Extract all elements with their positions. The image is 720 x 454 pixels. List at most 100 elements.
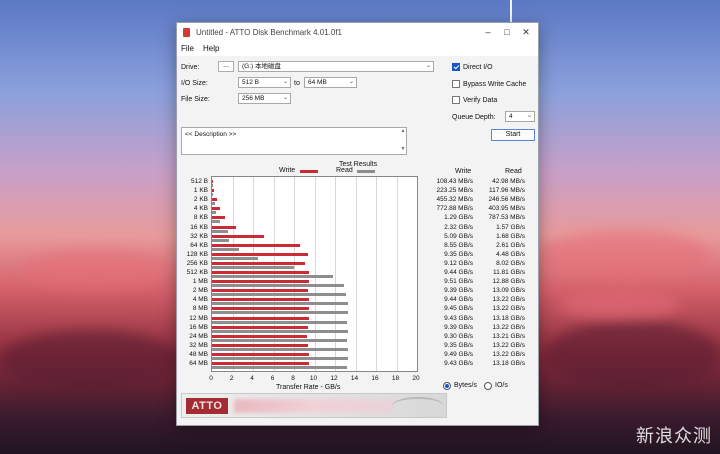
chevron-down-icon: ⌄ [348,79,354,85]
x-tick-label: 16 [371,375,379,382]
write-value: 9.12 GB/s [444,259,473,267]
browse-button[interactable]: ... [218,61,234,72]
read-value: 8.02 GB/s [496,259,525,267]
read-value: 13.22 GB/s [492,341,525,349]
write-value: 8.55 GB/s [444,241,473,249]
read-value: 13.09 GB/s [492,287,525,295]
x-tick-label: 10 [309,375,318,382]
write-value: 455.32 MB/s [436,196,474,204]
write-column-header: Write [455,168,472,175]
chevron-down-icon: ⌄ [282,79,288,85]
app-icon [183,28,190,37]
gridline [273,177,275,371]
io-per-sec-label: IO/s [495,382,508,389]
write-value: 9.30 GB/s [444,332,473,340]
watermark: 新浪众测 [636,426,712,447]
read-bar [212,347,348,351]
write-bar [212,234,265,238]
menu-file[interactable]: File [181,44,194,53]
read-value: 117.96 MB/s [488,187,525,195]
io-size-label: 16 MB [189,323,208,331]
file-size-select[interactable]: 256 MB ⌄ [238,93,291,104]
results-panel: Test Results Write Read 512 B1 KB 2 KB 4 K… [181,161,535,391]
io-size-to-select[interactable]: 64 MB ⌄ [304,77,357,88]
gridline [376,177,377,371]
verify-data-checkbox[interactable] [452,96,460,104]
drive-select[interactable]: (G:) 本地磁盘 ⌄ [238,61,434,72]
menu-help[interactable]: Help [203,44,219,53]
io-per-sec-radio[interactable] [484,382,492,390]
read-value: 4.48 GB/s [496,250,525,258]
write-bar [212,225,236,229]
footer-banner: ATTO [181,393,447,418]
transfer-rate-chart [211,176,418,372]
read-value: 246.56 MB/s [488,196,526,204]
io-size-label: 8 KB [193,214,208,222]
io-size-label: 1 MB [192,278,208,286]
x-tick-label: 14 [350,375,359,382]
io-size-label: 128 KB [186,250,208,258]
gridline [294,177,295,371]
read-bar [212,329,348,333]
write-bar [212,252,308,256]
write-bar [212,316,309,320]
write-value: 9.43 GB/s [444,360,473,367]
io-size-label: 2 KB [193,196,208,204]
minimize-icon[interactable]: – [481,26,495,38]
legend-write-label: Write [279,167,296,174]
read-bar [212,184,213,187]
write-value: 9.44 GB/s [444,269,473,276]
bytes-per-sec-radio[interactable] [443,382,451,390]
chevron-down-icon: ⌄ [526,113,532,119]
read-value: 13.22 GB/s [492,350,525,358]
io-size-label: 48 MB [189,350,208,358]
x-axis-label: Transfer Rate - GB/s [276,384,341,391]
write-value: 223.25 MB/s [436,187,474,195]
write-bar [212,362,309,365]
write-bar [212,289,309,293]
description-box[interactable]: << Description >> ▲ ▼ [181,127,407,155]
write-value: 1.29 GB/s [444,214,473,222]
read-bar [212,229,229,233]
read-value: 1.68 GB/s [496,232,525,240]
x-tick-label: 20 [412,375,420,382]
io-size-label: 4 MB [192,296,208,304]
queue-depth-select[interactable]: 4 ⌄ [505,111,535,122]
gridline [355,177,357,371]
write-bar [212,207,220,211]
write-bar [212,180,214,183]
start-button[interactable]: Start [491,129,535,141]
read-value: 13.22 GB/s [492,323,525,331]
write-value: 9.44 GB/s [444,296,473,304]
write-bar [212,261,306,265]
io-size-label: 24 MB [189,332,208,340]
io-size-label: 2 MB [192,287,208,295]
write-value: 9.35 GB/s [444,250,473,258]
maximize-icon[interactable]: □ [500,26,514,38]
file-size-label: File Size: [181,96,210,103]
window-title: Untitled - ATTO Disk Benchmark 4.01.0f1 [196,28,342,37]
write-bar [212,198,217,202]
direct-io-checkbox[interactable] [452,63,460,71]
read-value: 787.53 MB/s [488,214,526,222]
read-value: 13.18 GB/s [492,314,525,322]
menu-bar: File Help [177,42,538,56]
bytes-per-sec-label: Bytes/s [454,382,477,389]
io-size-from-select[interactable]: 512 B ⌄ [238,77,291,88]
write-value: 9.43 GB/s [444,314,473,322]
read-value: 12.88 GB/s [492,278,525,286]
write-bar [212,280,310,284]
read-bar [212,293,347,297]
read-column-header: Read [505,168,522,175]
read-value: 13.21 GB/s [492,332,525,340]
close-icon[interactable]: ✕ [519,26,533,38]
legend-read-swatch [357,170,375,173]
write-value: 9.49 GB/s [444,350,473,358]
write-value: 772.88 MB/s [436,205,474,213]
bypass-write-cache-checkbox[interactable] [452,80,460,88]
description-scrollbar[interactable]: ▲ ▼ [400,128,406,154]
x-tick-label: 12 [330,375,338,382]
read-value: 13.18 GB/s [492,360,525,367]
read-bar [212,256,258,260]
x-tick-label: 18 [391,375,400,382]
